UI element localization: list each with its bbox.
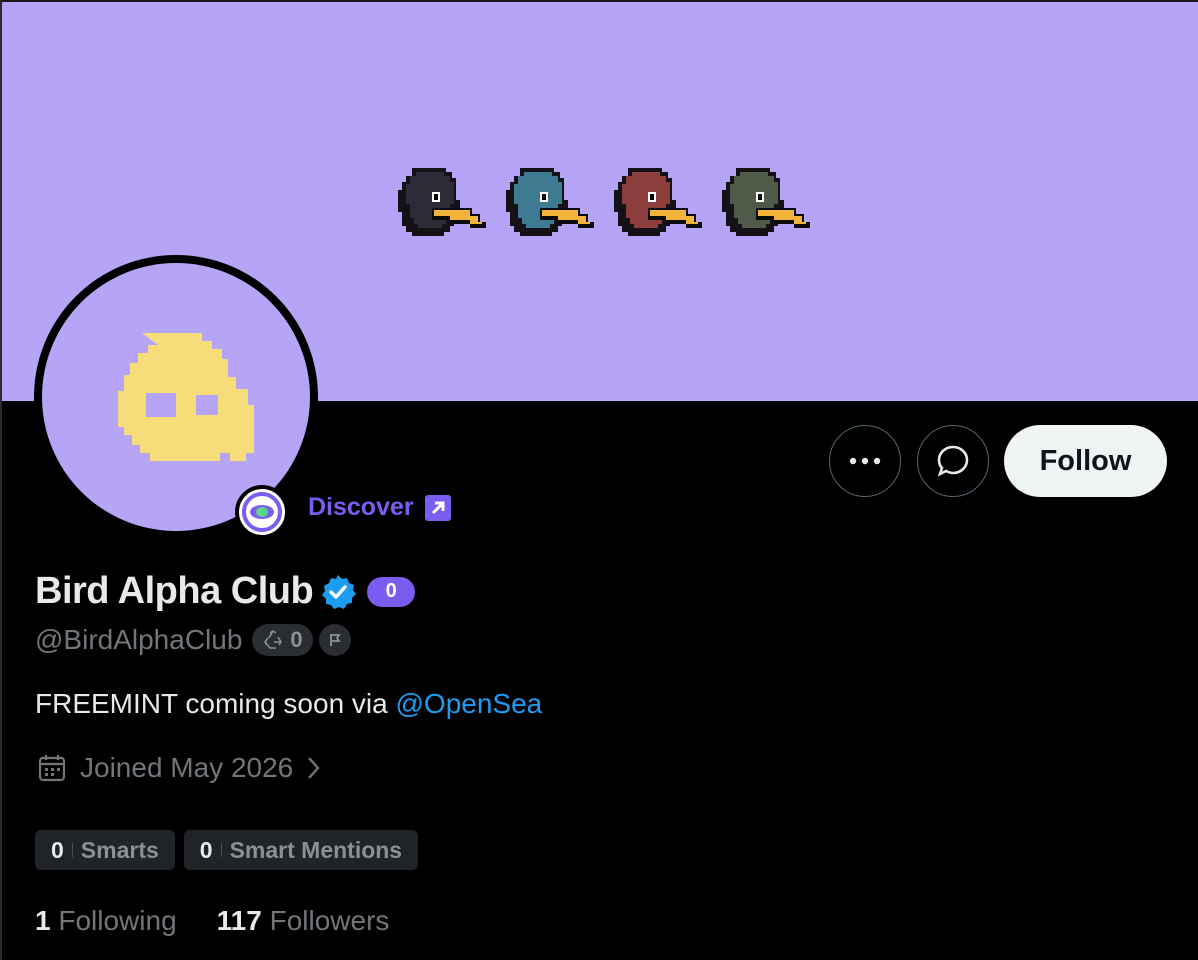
recycle-count: 0 (290, 627, 303, 652)
discover-badge[interactable] (235, 485, 289, 539)
external-link-icon (424, 494, 451, 521)
smart-mentions-pill[interactable]: 0 Smart Mentions (183, 830, 419, 870)
followers-link[interactable]: 117 Followers (217, 905, 390, 937)
score-badge[interactable]: 0 (367, 576, 416, 607)
name-row: Bird Alpha Club 0 (35, 570, 416, 613)
verified-icon[interactable] (319, 573, 357, 611)
recycle-icon (264, 630, 283, 649)
followers-label: Followers (269, 905, 390, 936)
smart-stats: 0 Smarts 0 Smart Mentions (35, 830, 419, 870)
more-icon (849, 457, 881, 465)
bird-green (722, 168, 810, 236)
smarts-count: 0 (51, 836, 64, 863)
following-count: 1 (35, 905, 51, 936)
profile-bio: FREEMINT coming soon via @OpenSea (35, 688, 542, 720)
recycle-badge[interactable]: 0 (252, 624, 313, 656)
following-label: Following (58, 905, 177, 936)
chevron-right-icon (308, 757, 320, 779)
bird-red (614, 168, 702, 236)
bio-mention-link[interactable]: @OpenSea (396, 688, 543, 719)
user-handle: @BirdAlphaClub (35, 624, 243, 655)
following-link[interactable]: 1 Following (35, 905, 177, 937)
bird-dark (398, 168, 486, 236)
stat-separator (71, 843, 73, 857)
stat-separator (220, 843, 222, 857)
eye-icon (242, 492, 282, 532)
flag-badge[interactable] (318, 624, 351, 656)
smart-mentions-label: Smart Mentions (229, 836, 403, 863)
handle-row: @BirdAlphaClub 0 (35, 624, 351, 656)
bird-blue (506, 168, 594, 236)
flag-icon (329, 634, 341, 646)
message-button[interactable] (917, 425, 989, 497)
smart-mentions-count: 0 (199, 836, 213, 863)
smarts-pill[interactable]: 0 Smarts (35, 830, 175, 870)
followers-count: 117 (216, 905, 262, 936)
window-frame-top (0, 0, 1198, 2)
more-options-button[interactable] (829, 425, 901, 497)
message-icon (937, 445, 969, 477)
window-frame-left (0, 0, 2, 960)
discover-link[interactable]: Discover (308, 493, 452, 522)
follow-button[interactable]: Follow (1004, 425, 1167, 497)
joined-label: Joined May 2026 (80, 752, 294, 783)
discover-label: Discover (308, 493, 414, 521)
display-name: Bird Alpha Club (35, 570, 314, 612)
calendar-icon (38, 755, 66, 782)
bio-text: FREEMINT coming soon via (35, 688, 396, 719)
smarts-label: Smarts (80, 836, 159, 863)
banner-birds-art (398, 168, 810, 236)
follow-counts: 1 Following 117 Followers (35, 905, 389, 937)
joined-date[interactable]: Joined May 2026 (36, 752, 321, 784)
